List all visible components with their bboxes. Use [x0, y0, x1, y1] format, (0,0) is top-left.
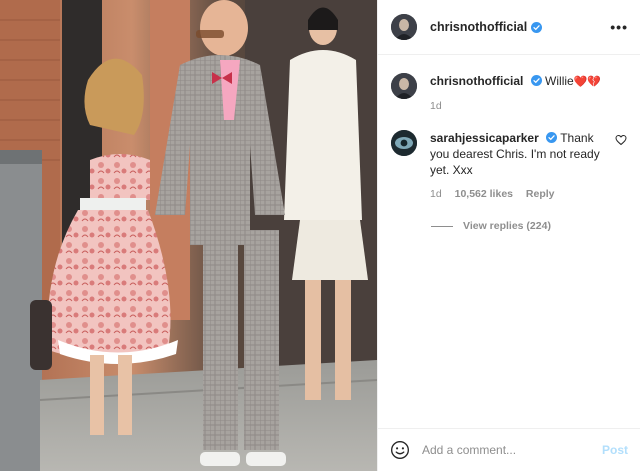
street-photo-illustration — [0, 0, 377, 471]
comment-time[interactable]: 1d — [430, 188, 442, 200]
commenter-username[interactable]: sarahjessicaparker — [430, 131, 539, 145]
caption-emoji: ❤️💔 — [573, 76, 602, 88]
caption-avatar-image — [391, 73, 417, 99]
commenter-avatar-image — [391, 130, 417, 156]
verified-badge-icon — [530, 75, 542, 86]
emoji-icon[interactable] — [390, 440, 410, 460]
add-comment-bar: Post — [378, 428, 640, 471]
reply-button[interactable]: Reply — [526, 188, 555, 200]
more-options-icon[interactable]: ••• — [610, 19, 628, 35]
caption-time[interactable]: 1d — [430, 100, 442, 112]
caption-meta: 1d — [430, 98, 627, 114]
caption-row: chrisnothofficial Willie❤️💔 1d — [391, 73, 627, 114]
add-comment-input[interactable] — [422, 443, 602, 457]
view-replies-label: View replies (224) — [463, 220, 551, 232]
verified-badge-icon — [531, 21, 543, 33]
post-header: chrisnothofficial ••• — [378, 0, 640, 55]
commenter-avatar[interactable] — [391, 130, 417, 156]
heart-icon[interactable] — [615, 134, 627, 146]
caption-username[interactable]: chrisnothofficial — [430, 74, 523, 88]
comment-likes[interactable]: 10,562 likes — [455, 188, 513, 200]
caption-avatar[interactable] — [391, 73, 417, 99]
comment-body: sarahjessicaparker Thank you dearest Chr… — [430, 130, 609, 202]
caption-text: Willie — [545, 74, 574, 88]
view-replies-button[interactable]: View replies (224) — [431, 220, 627, 232]
instagram-post: chrisnothofficial ••• chrisnothofficial … — [0, 0, 640, 471]
view-replies-line — [431, 225, 453, 227]
author-avatar-image — [391, 14, 417, 40]
comments-section: chrisnothofficial Willie❤️💔 1d sarahjess… — [378, 55, 640, 232]
caption-body: chrisnothofficial Willie❤️💔 1d — [430, 73, 627, 114]
comment-meta: 1d 10,562 likes Reply — [430, 186, 609, 202]
author-avatar[interactable] — [391, 14, 417, 40]
author-username[interactable]: chrisnothofficial — [430, 20, 527, 34]
post-button[interactable]: Post — [602, 443, 628, 457]
comment-row: sarahjessicaparker Thank you dearest Chr… — [391, 130, 627, 202]
post-photo[interactable] — [0, 0, 377, 471]
verified-badge-icon — [546, 132, 558, 143]
post-side-panel: chrisnothofficial ••• chrisnothofficial … — [377, 0, 640, 471]
